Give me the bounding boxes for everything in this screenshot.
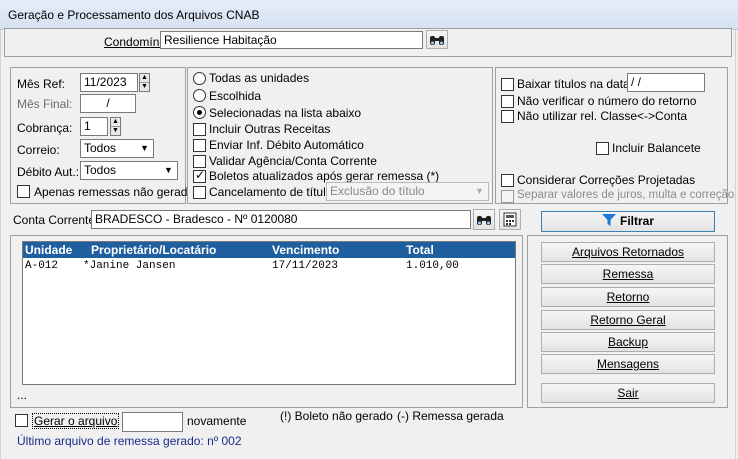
correio-value: Todos [84,141,117,155]
debito-label: Débito Aut.: [17,165,80,179]
units-table[interactable]: Unidade Proprietário/Locatário Venciment… [22,241,516,385]
mes-final-label: Mês Final: [17,97,73,111]
nao-utilizar-label: Não utilizar rel. Classe<->Conta [517,109,688,123]
selecionadas-label: Selecionadas na lista abaixo [209,106,362,120]
debito-value: Todos [84,163,117,177]
col-unidade[interactable]: Unidade [25,243,72,257]
chevron-down-icon: ▼ [164,165,173,175]
apenas-remessas-checkbox[interactable] [17,185,30,198]
escolhida-label: Escolhida [209,89,262,103]
gerar-arquivo-field[interactable] [122,412,183,432]
gerar-arquivo-label: Gerar o arquivo [32,413,120,429]
cobranca-label: Cobrança: [17,121,73,135]
cell-unidade: A-012 [25,260,59,272]
mes-ref-spinner[interactable]: ▲ ▼ [139,73,150,92]
todas-radio[interactable] [193,72,206,85]
separar-valores-checkbox[interactable] [501,190,514,203]
ultimo-arquivo-text: Último arquivo de remessa gerado: nº 002 [17,434,242,448]
conta-corrente-field[interactable]: BRADESCO - Bradesco - Nº 0120080 [91,210,471,229]
cobranca-field[interactable]: 1 [80,117,108,136]
conta-search-button[interactable] [473,209,495,230]
condominio-search-button[interactable] [426,30,448,49]
correio-select[interactable]: Todos ▼ [80,139,154,158]
filtrar-button[interactable]: Filtrar [541,211,715,232]
chevron-down-icon: ▼ [475,186,484,196]
separar-valores-label: Separar valores de juros, multa e correç… [517,189,735,201]
considerar-correcoes-label: Considerar Correções Projetadas [517,173,696,187]
selecionadas-radio[interactable] [193,106,206,119]
col-proprietario[interactable]: Proprietário/Locatário [91,243,216,257]
gerar-arquivo-checkbox[interactable] [15,414,28,427]
binoculars-icon [430,36,444,45]
binoculars-icon [477,216,491,225]
correio-label: Correio: [17,143,60,157]
window-title: Geração e Processamento dos Arquivos CNA… [8,8,260,22]
retorno-geral-button[interactable]: Retorno Geral [541,310,715,330]
cell-proprietario: *Janine Jansen [83,260,176,272]
conta-edit-button[interactable] [499,209,521,230]
enviar-debito-checkbox[interactable] [193,139,206,152]
nao-verificar-checkbox[interactable] [501,95,514,108]
table-more-indicator: ... [17,388,28,402]
cell-vencimento: 17/11/2023 [272,260,339,272]
novamente-label: novamente [187,414,247,428]
boletos-atualizados-label: Boletos atualizados após gerar remessa (… [209,169,440,183]
cancelamento-label: Cancelamento de título [209,185,333,199]
baixar-titulos-label: Baixar títulos na data: [517,77,634,91]
escolhida-radio[interactable] [193,89,206,102]
enviar-debito-label: Enviar Inf. Débito Automático [209,138,364,152]
col-vencimento[interactable]: Vencimento [272,243,339,257]
validar-agencia-label: Validar Agência/Conta Corrente [209,154,377,168]
cobranca-spinner[interactable]: ▲ ▼ [110,117,121,136]
sair-button[interactable]: Sair [541,383,715,403]
arquivos-retornados-button[interactable]: Arquivos Retornados [541,242,715,262]
incluir-balancete-checkbox[interactable] [596,142,609,155]
condominio-field[interactable]: Resilience Habitação [160,31,423,49]
nao-verificar-label: Não verificar o número do retorno [517,94,697,108]
mes-ref-label: Mês Ref: [17,77,66,91]
col-total[interactable]: Total [406,243,434,257]
retorno-button[interactable]: Retorno [541,287,715,307]
remessa-button[interactable]: Remessa [541,264,715,284]
mes-ref-field[interactable]: 11/2023 [80,73,138,92]
apenas-remessas-label: Apenas remessas não geradas [34,185,201,199]
filter-icon [601,214,616,226]
nao-utilizar-checkbox[interactable] [501,110,514,123]
validar-agencia-checkbox[interactable] [193,155,206,168]
cancelamento-checkbox[interactable] [193,186,206,199]
boletos-atualizados-checkbox[interactable] [193,168,206,183]
cancelamento-value: Exclusão do título [330,184,425,198]
chevron-down-icon: ▼ [140,143,149,153]
table-row[interactable]: A-012 *Janine Jansen 17/11/2023 1.010,00 [23,258,515,274]
mes-final-field[interactable]: / [80,94,136,113]
considerar-correcoes-checkbox[interactable] [501,174,514,187]
todas-label: Todas as unidades [209,71,310,85]
baixar-titulos-checkbox[interactable] [501,78,514,91]
cell-total: 1.010,00 [406,260,459,272]
calculator-icon [503,212,517,227]
conta-corrente-label: Conta Corrente: [13,213,99,227]
mensagens-button[interactable]: Mensagens [541,354,715,374]
debito-select[interactable]: Todos ▼ [80,161,178,180]
legend-remessa: (-) Remessa gerada [397,409,504,423]
legend-boleto: (!) Boleto não gerado [280,409,393,423]
cancelamento-select[interactable]: Exclusão do título ▼ [326,182,489,201]
incluir-receitas-checkbox[interactable] [193,123,206,136]
incluir-receitas-label: Incluir Outras Receitas [209,122,331,136]
title-bar: Geração e Processamento dos Arquivos CNA… [0,0,738,30]
backup-button[interactable]: Backup [541,332,715,352]
baixar-data-field[interactable]: / / [627,73,705,92]
table-header: Unidade Proprietário/Locatário Venciment… [23,242,515,258]
incluir-balancete-label: Incluir Balancete [612,141,701,155]
filtrar-label: Filtrar [619,214,654,228]
